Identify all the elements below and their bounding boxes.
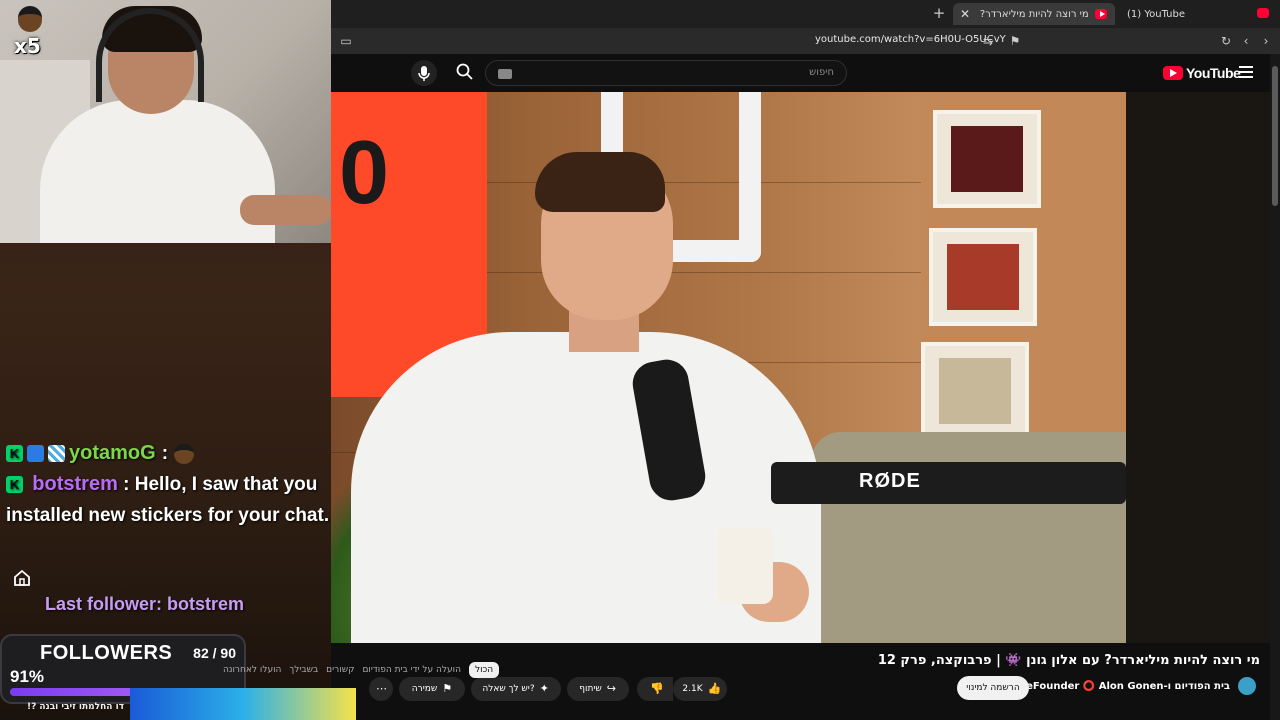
related-chips: הועלו לאחרונה בשבילך קשורים הועלה על ידי…: [223, 660, 500, 680]
tab-video[interactable]: מי רוצה להיות מיליארדר? עם: [953, 3, 1115, 25]
chat-text: :: [161, 443, 169, 464]
youtube-logo-text: YouTube: [1186, 65, 1241, 81]
search-placeholder: חיפוש: [809, 67, 834, 78]
album-art: [947, 244, 1019, 310]
reload-icon[interactable]: ↻: [1219, 34, 1233, 48]
jersey-number: 0: [339, 123, 390, 223]
emote-icon: [18, 6, 42, 32]
search-input[interactable]: חיפוש: [485, 60, 847, 86]
webcam-feed: x5: [0, 0, 331, 243]
save-label: שמירה: [411, 684, 438, 694]
forward-icon[interactable]: ›: [1259, 34, 1273, 48]
browser-tab-bar: + מי רוצה להיות מיליארדר? עם ✕ (1) YouTu…: [331, 0, 1280, 28]
scrollbar-thumb[interactable]: [1272, 66, 1278, 206]
translate-icon[interactable]: ⇆: [981, 34, 995, 48]
dislike-button[interactable]: 👎: [637, 677, 673, 701]
url-field[interactable]: youtube.com/watch?v=6H0U-O5UCvY: [815, 34, 1006, 45]
thumbs-up-icon: 👍: [707, 682, 722, 695]
chip-uploader[interactable]: הועלה על ידי בית הפודיום: [362, 665, 461, 675]
chat-message: K botstrem : Hello, I saw that you insta…: [6, 469, 331, 531]
streamer-arm: [240, 195, 331, 225]
subscribe-button[interactable]: הרשמה למינוי: [957, 676, 1029, 700]
video-info: מי רוצה להיות מיליארדר? עם אלון גונן 👾 |…: [223, 643, 1270, 720]
search-icon[interactable]: [455, 62, 475, 82]
bookmark-icon: ⚑: [442, 682, 453, 695]
followers-count: 82 / 90: [193, 645, 236, 661]
youtube-play-icon: [1163, 66, 1183, 80]
moderator-badge-icon: [27, 445, 44, 462]
chip-all[interactable]: הכול: [468, 662, 500, 678]
video-player[interactable]: 0 RØDE: [331, 92, 1126, 643]
chip-for-you[interactable]: בשבילך: [289, 665, 318, 675]
video-title: מי רוצה להיות מיליארדר? עם אלון גונן 👾 |…: [877, 653, 1260, 668]
voice-search-button[interactable]: [411, 60, 437, 86]
tab-youtube[interactable]: (1) YouTube: [1119, 3, 1259, 25]
youtube-logo[interactable]: YouTube: [1163, 65, 1241, 81]
channel-avatar[interactable]: [1238, 677, 1256, 695]
youtube-header: חיפוש YouTube: [331, 54, 1280, 92]
framed-record: [921, 342, 1029, 440]
bookmark-icon[interactable]: ⚑: [1008, 34, 1022, 48]
hamburger-menu-icon[interactable]: [1239, 66, 1253, 78]
ask-label: יש לך שאלה?: [482, 684, 535, 694]
mic-boom-arm: RØDE: [771, 462, 1126, 504]
framed-record: [929, 228, 1037, 326]
sparkle-icon: ✦: [539, 682, 549, 695]
album-art: [939, 358, 1011, 424]
streamer-body: [40, 100, 275, 243]
followers-percent: 91%: [10, 667, 45, 686]
thumbs-down-icon: 👎: [650, 682, 664, 695]
host-hair: [535, 152, 665, 212]
stream-chat: K yotamoG : K botstrem : Hello, I saw th…: [6, 438, 331, 531]
keyboard-icon[interactable]: [498, 69, 512, 79]
address-bar: ▭ youtube.com/watch?v=6H0U-O5UCvY ⇆ ⚑ ↻ …: [331, 28, 1280, 54]
chat-username: botstrem: [32, 473, 118, 495]
youtube-favicon-icon: [1257, 8, 1269, 18]
save-button[interactable]: שמירה ⚑: [399, 677, 465, 701]
back-icon[interactable]: ‹: [1239, 34, 1253, 48]
paper-cup: [717, 528, 773, 604]
chip-recent[interactable]: הועלו לאחרונה: [223, 665, 281, 675]
video-side-area: [1126, 92, 1270, 643]
channel-name[interactable]: בית הפודיום ו-deFounder ⭕ Alon Gonen: [1019, 681, 1230, 692]
ask-button[interactable]: יש לך שאלה? ✦: [471, 677, 561, 701]
more-icon: ⋯: [376, 682, 387, 695]
tab-title: מי רוצה להיות מיליארדר? עם: [979, 8, 1089, 20]
new-tab-button[interactable]: +: [931, 5, 947, 21]
youtube-favicon-icon: [1094, 9, 1107, 19]
home-icon: [14, 569, 30, 586]
chip-related[interactable]: קשורים: [326, 665, 354, 675]
page-scrollbar[interactable]: [1270, 54, 1280, 720]
followers-title: FOLLOWERS: [40, 642, 173, 664]
like-count: 2.1K: [682, 684, 703, 694]
share-button[interactable]: שיתוף ↪: [567, 677, 629, 701]
multiplier-label: x5: [14, 34, 41, 58]
chat-message: K yotamoG :: [6, 438, 331, 469]
share-icon: ↪: [606, 682, 616, 695]
close-tab-icon[interactable]: ✕: [957, 6, 973, 22]
rode-logo: RØDE: [859, 470, 921, 492]
share-label: שיתוף: [579, 684, 602, 694]
related-video-thumbnail[interactable]: [130, 688, 356, 720]
subscriber-badge-icon: [48, 445, 65, 462]
like-button[interactable]: 2.1K 👍: [673, 677, 727, 701]
more-actions-button[interactable]: ⋯: [369, 677, 393, 701]
emote-icon: [174, 443, 195, 464]
last-follower-text: Last follower: botstrem: [45, 594, 245, 614]
screen-icon[interactable]: ▭: [339, 34, 353, 48]
kick-badge-icon: K: [6, 476, 23, 494]
kick-badge-icon: K: [6, 445, 23, 462]
album-art: [951, 126, 1023, 192]
tab-title: (1) YouTube: [1127, 8, 1186, 20]
framed-record: [933, 110, 1041, 208]
multiplier-badge: x5: [12, 6, 48, 58]
related-video-title[interactable]: דו החלמתו זיבי ובנה ?!: [0, 700, 130, 720]
chat-username: yotamoG: [69, 442, 156, 464]
microphone-icon: [418, 66, 430, 81]
